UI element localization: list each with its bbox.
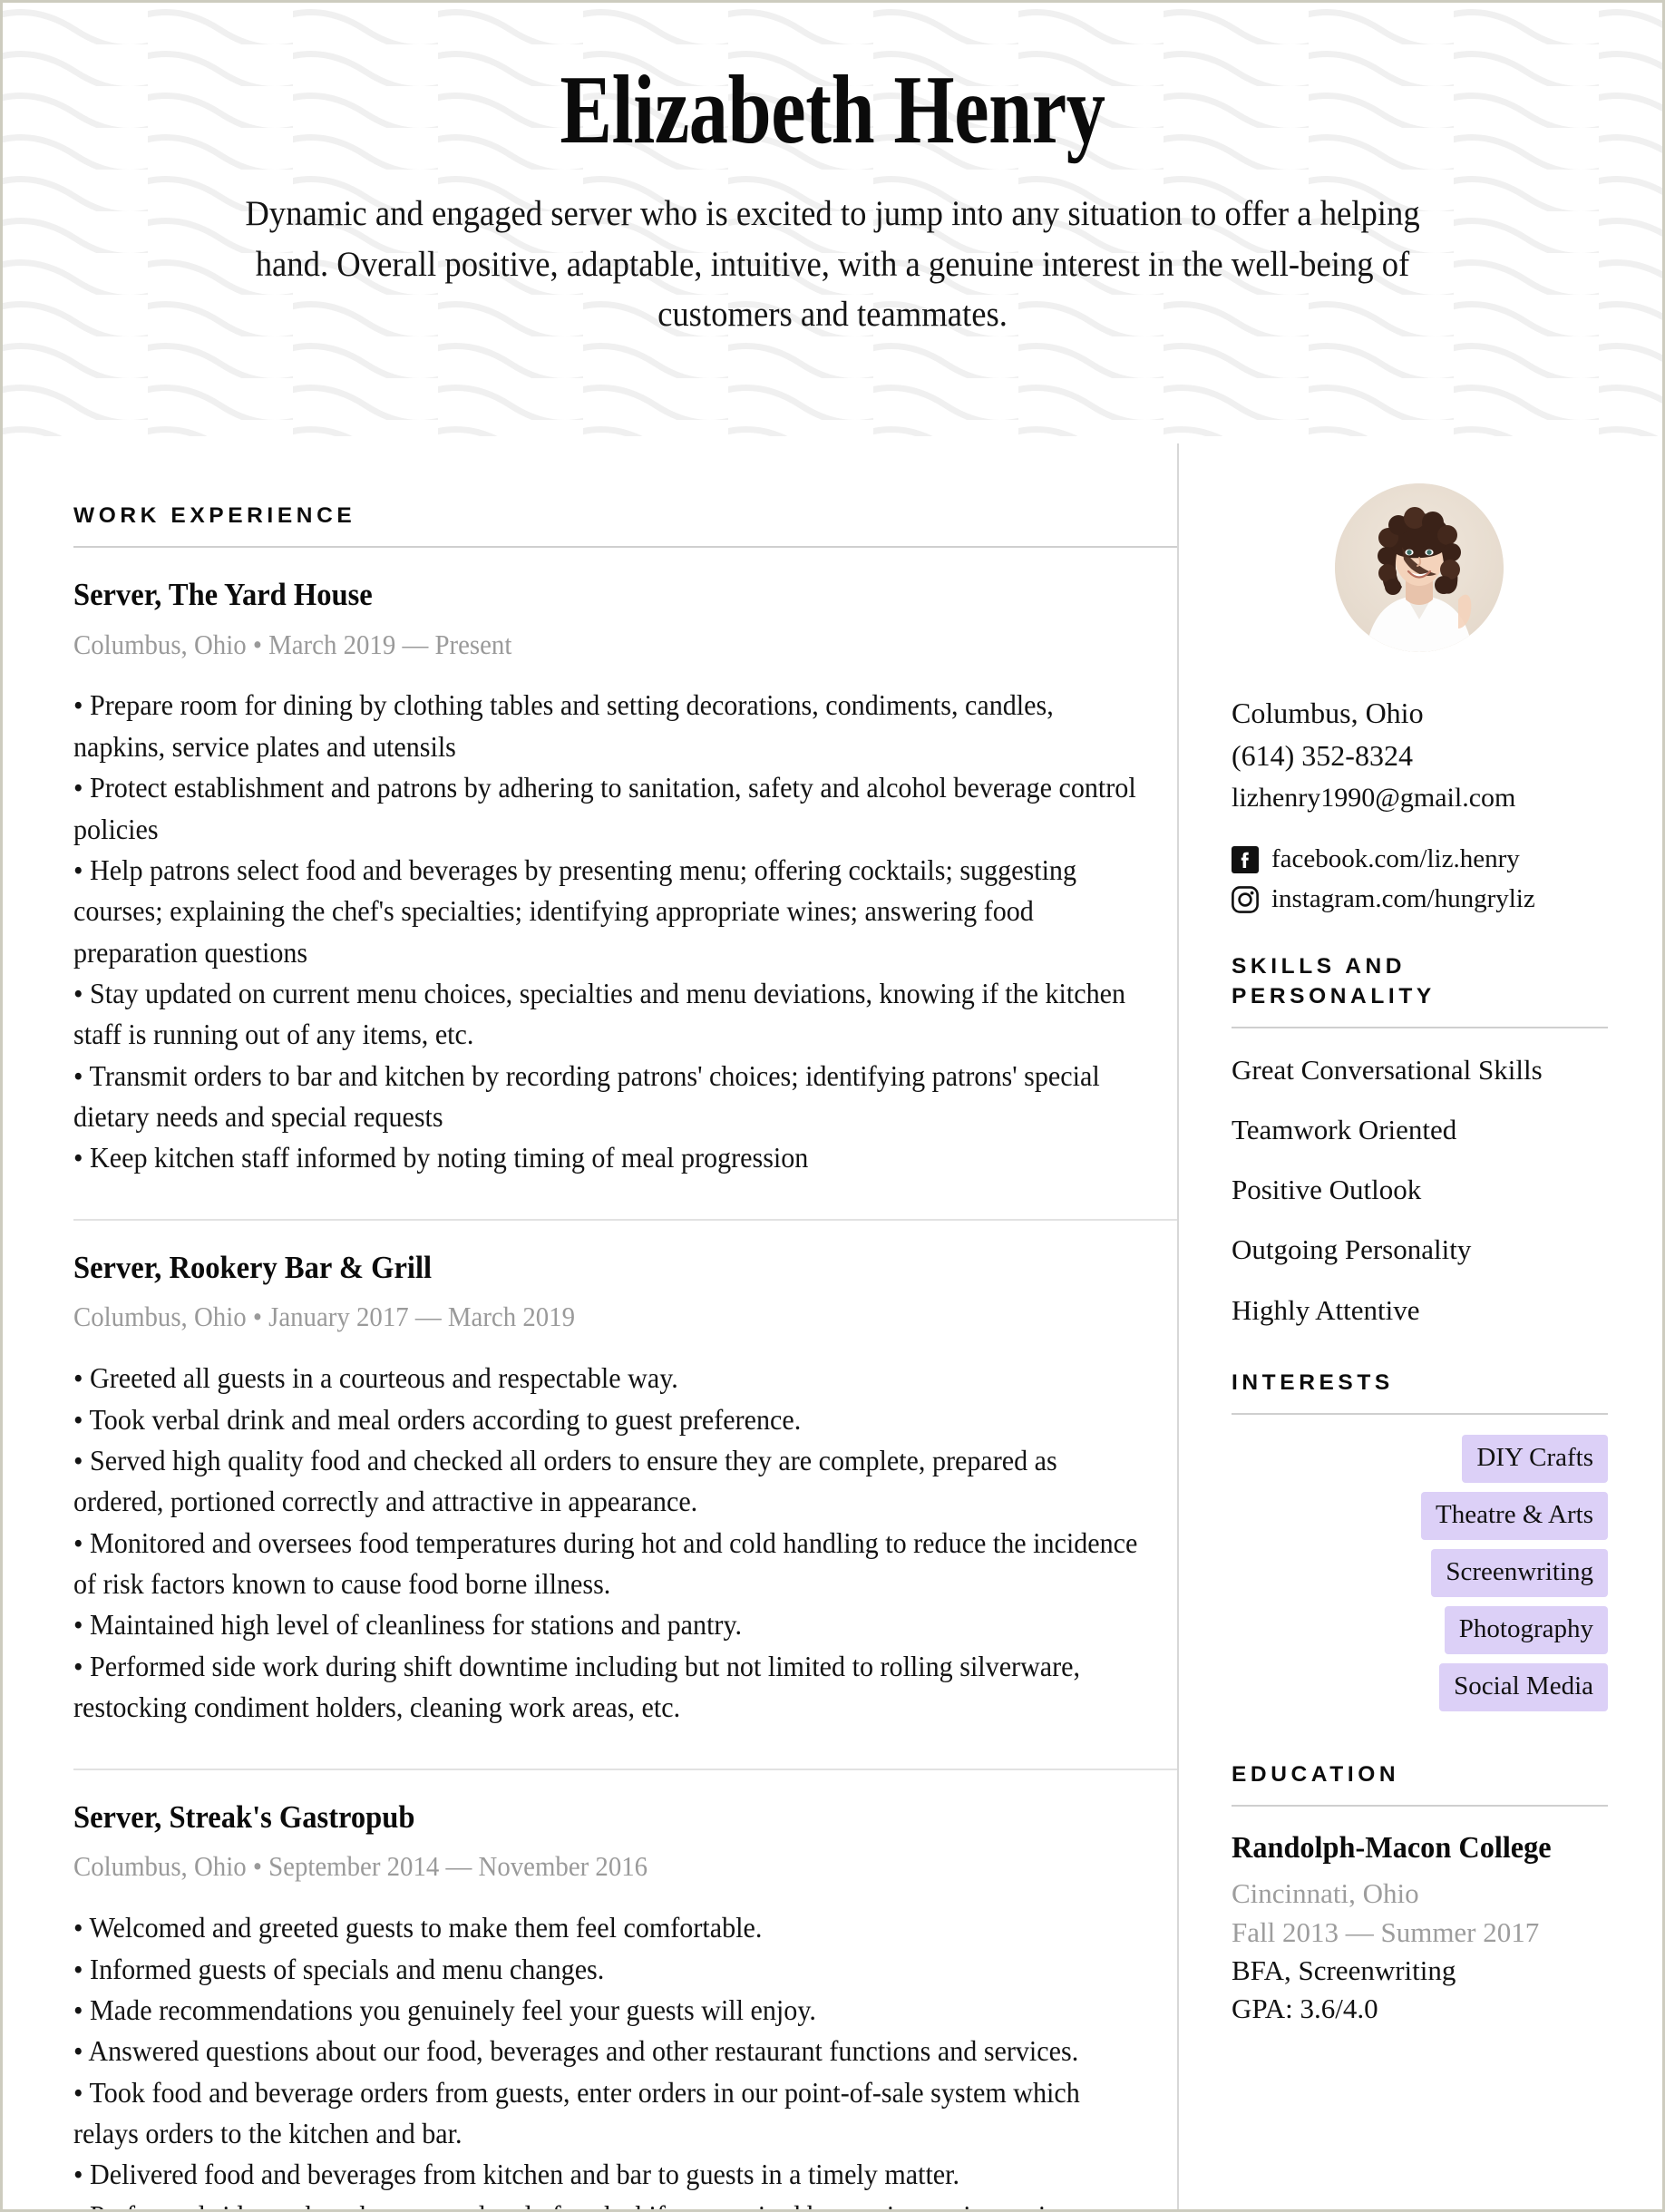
job-bullet-list: Greeted all guests in a courteous and re… (73, 1358, 1139, 1728)
interest-tag-list: DIY Crafts Theatre & Arts Screenwriting Pho… (1232, 1434, 1608, 1720)
job-bullet: Greeted all guests in a courteous and re… (73, 1358, 1139, 1398)
job-bullet: Help patrons select food and beverages b… (73, 850, 1139, 973)
interest-tag: Social Media (1439, 1662, 1608, 1711)
social-link-instagram[interactable]: instagram.com/hungryliz (1232, 884, 1608, 914)
resume-page: Elizabeth Henry Dynamic and engaged serv… (0, 0, 1665, 2212)
education-school: Randolph-Macon College (1231, 1830, 1552, 1865)
job-entry: Server, Rookery Bar & Grill Columbus, Ohi… (73, 1221, 1177, 1729)
contact-phone[interactable]: (614) 352-8324 (1232, 735, 1608, 777)
education-dates: Fall 2013 — Summer 2017 (1231, 1915, 1540, 1948)
job-bullet-list: Prepare room for dining by clothing tabl… (73, 685, 1139, 1178)
job-bullet: Stay updated on current menu choices, sp… (73, 973, 1139, 1056)
job-bullet: Transmit orders to bar and kitchen by re… (73, 1056, 1139, 1138)
job-bullet: Made recommendations you genuinely feel … (73, 1990, 1139, 2031)
job-entry: Server, The Yard House Columbus, Ohio • M… (73, 548, 1177, 1179)
contact-block: Columbus, Ohio (614) 352-8324 lizhenry19… (1232, 692, 1608, 818)
job-bullet: Welcomed and greeted guests to make them… (73, 1907, 1139, 1948)
section-title-work-experience: WORK EXPERIENCE (73, 503, 356, 528)
job-entry: Server, Streak's Gastropub Columbus, Ohio… (73, 1770, 1177, 2209)
interest-tag-row: Theatre & Arts (1232, 1491, 1608, 1549)
interest-tag-row: Screenwriting (1232, 1548, 1608, 1606)
skill-list: Great Conversational Skills Teamwork Orie… (1232, 1052, 1608, 1329)
sidebar-column: Columbus, Ohio (614) 352-8324 lizhenry19… (1179, 436, 1662, 2028)
avatar (1335, 483, 1504, 652)
job-list: Server, The Yard House Columbus, Ohio • M… (73, 548, 1177, 2209)
job-title: Server, Rookery Bar & Grill (73, 1249, 433, 1285)
education-gpa: GPA: 3.6/4.0 (1231, 1992, 1378, 2024)
work-experience-column: WORK EXPERIENCE Server, The Yard House Co… (3, 436, 1177, 2209)
job-meta: Columbus, Ohio • March 2019 — Present (73, 628, 512, 660)
section-title-education: EDUCATION (1231, 1761, 1400, 1787)
instagram-icon (1232, 886, 1259, 913)
header-band: Elizabeth Henry Dynamic and engaged serv… (3, 3, 1662, 436)
facebook-icon (1231, 846, 1259, 874)
job-title: Server, The Yard House (73, 576, 373, 612)
interest-tag: Theatre & Arts (1421, 1491, 1608, 1540)
job-meta: Columbus, Ohio • January 2017 — March 20… (73, 1301, 576, 1333)
job-bullet: Answered questions about our food, bever… (73, 2031, 1139, 2071)
job-bullet: Delivered food and beverages from kitche… (73, 2154, 1139, 2195)
job-meta: Columbus, Ohio • September 2014 — Novemb… (73, 1850, 648, 1883)
interest-tag-row: Social Media (1232, 1662, 1608, 1720)
job-bullet: Monitored and oversees food temperatures… (73, 1523, 1139, 1605)
social-links: facebook.com/liz.henry instagram.com/hun… (1231, 844, 1608, 914)
job-bullet: Took verbal drink and meal orders accord… (73, 1399, 1139, 1440)
contact-location: Columbus, Ohio (1231, 697, 1424, 729)
interest-tag: Photography (1444, 1605, 1608, 1654)
profile-summary: Dynamic and engaged server who is excite… (245, 194, 1420, 335)
skills-section: SKILLS AND PERSONALITY Great Conversatio… (1231, 952, 1608, 1329)
section-divider (1231, 1026, 1608, 1028)
job-bullet: Prepare room for dining by clothing tabl… (73, 685, 1139, 767)
interest-tag-row: DIY Crafts (1232, 1434, 1608, 1492)
body-columns: WORK EXPERIENCE Server, The Yard House Co… (3, 436, 1662, 2209)
section-title-interests: INTERESTS (1231, 1370, 1394, 1396)
section-divider (1231, 1412, 1608, 1415)
social-link-label: instagram.com/hungryliz (1271, 884, 1535, 913)
education-degree: BFA, Screenwriting (1231, 1954, 1456, 1986)
job-bullet: Informed guests of specials and menu cha… (73, 1949, 1139, 1990)
section-title-skills: SKILLS AND PERSONALITY (1231, 953, 1436, 1009)
interest-tag: DIY Crafts (1462, 1434, 1608, 1483)
job-bullet: Took food and beverage orders from guest… (73, 2072, 1139, 2155)
job-bullet: Performed side work during shift downtim… (73, 1646, 1139, 1729)
contact-email[interactable]: lizhenry1990@gmail.com (1232, 778, 1608, 818)
job-bullet: Performed side work at the start and end… (73, 2196, 1139, 2209)
skill-item: Great Conversational Skills (1231, 1053, 1543, 1086)
page-title: Elizabeth Henry (560, 56, 1105, 164)
job-bullet: Keep kitchen staff informed by noting ti… (73, 1137, 1139, 1178)
section-divider (1231, 1804, 1608, 1807)
job-bullet: Served high quality food and checked all… (73, 1440, 1139, 1523)
interest-tag-row: Photography (1232, 1605, 1608, 1663)
social-link-label: facebook.com/liz.henry (1271, 844, 1520, 874)
job-bullet-list: Welcomed and greeted guests to make them… (73, 1907, 1139, 2209)
job-bullet: Maintained high level of cleanliness for… (73, 1604, 1139, 1645)
skill-item: Outgoing Personality (1231, 1233, 1472, 1266)
interests-section: INTERESTS DIY Crafts Theatre & Arts Screen… (1231, 1369, 1608, 1720)
job-bullet: Protect establishment and patrons by adh… (73, 767, 1139, 850)
interest-tag: Screenwriting (1431, 1548, 1608, 1597)
job-title: Server, Streak's Gastropub (73, 1798, 415, 1835)
skill-item: Positive Outlook (1231, 1174, 1422, 1206)
education-section: EDUCATION Randolph-Macon College Cincinn… (1231, 1760, 1608, 2028)
skill-item: Highly Attentive (1231, 1293, 1420, 1326)
avatar-wrapper (1232, 483, 1608, 652)
social-link-facebook[interactable]: facebook.com/liz.henry (1231, 844, 1608, 874)
education-location: Cincinnati, Ohio (1231, 1877, 1419, 1910)
skill-item: Teamwork Oriented (1231, 1113, 1457, 1145)
